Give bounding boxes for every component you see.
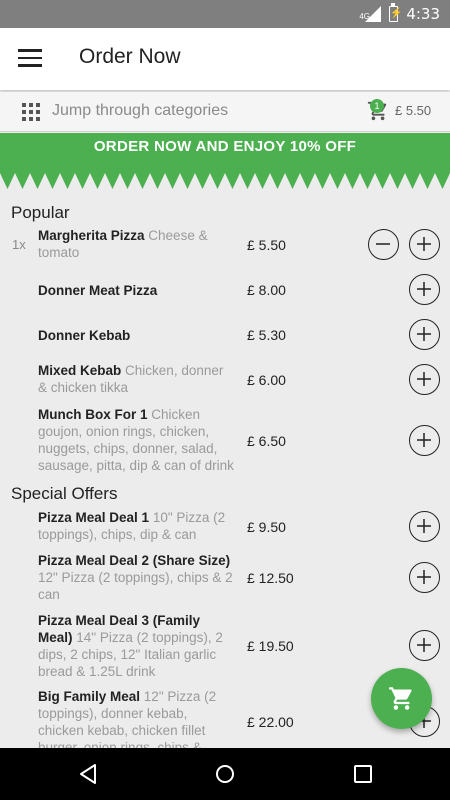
add-button[interactable] [409, 274, 440, 305]
add-button[interactable] [409, 511, 440, 542]
cart-badge: 1 [370, 99, 384, 113]
item-name: Pizza Meal Deal 1 [38, 510, 150, 525]
add-button[interactable] [409, 319, 440, 350]
add-button[interactable] [409, 364, 440, 395]
item-name: Munch Box For 1 [38, 407, 148, 422]
item-price: £ 6.50 [247, 433, 286, 449]
page-title: Order Now [79, 45, 181, 68]
section-title-special-offers: Special Offers [11, 484, 118, 503]
item-name: Mixed Kebab [38, 363, 122, 378]
add-button[interactable] [409, 630, 440, 661]
cart-fab[interactable] [371, 668, 432, 729]
remove-button[interactable] [368, 229, 399, 260]
plus-icon [417, 282, 431, 296]
battery-icon: ⚡ [389, 3, 403, 22]
plus-icon [417, 519, 431, 533]
plus-icon [417, 372, 431, 386]
cart-total: £ 5.50 [395, 103, 432, 118]
add-button[interactable] [409, 229, 440, 260]
category-bar[interactable]: Jump through categories £ 5.50 [0, 92, 450, 132]
plus-icon [417, 237, 431, 251]
item-name: Donner Kebab [38, 328, 131, 343]
add-button[interactable] [409, 562, 440, 593]
minus-icon [376, 243, 390, 245]
back-icon[interactable] [76, 761, 102, 787]
item-name: Donner Meat Pizza [38, 283, 158, 298]
jump-categories-label[interactable]: Jump through categories [52, 102, 228, 120]
promo-text: ORDER NOW AND ENJOY 10% OFF [93, 138, 357, 155]
home-icon[interactable] [212, 761, 238, 787]
item-price: £ 12.50 [247, 570, 294, 586]
item-name: Pizza Meal Deal 2 (Share Size) [38, 553, 231, 568]
shopping-cart-icon [389, 687, 412, 710]
grid-icon [22, 103, 40, 121]
plus-icon [417, 570, 431, 584]
item-description: 12" Pizza (2 toppings), chips & 2 can [38, 570, 233, 602]
section-title-popular: Popular [11, 203, 70, 222]
item-price: £ 22.00 [247, 714, 294, 730]
recents-icon[interactable] [350, 761, 376, 787]
add-button[interactable] [409, 425, 440, 456]
status-bar: 4G ⚡ 4:33 [0, 0, 450, 28]
item-price: £ 5.50 [247, 237, 286, 253]
item-price: £ 5.30 [247, 327, 286, 343]
navigation-bar [0, 748, 450, 800]
plus-icon [417, 327, 431, 341]
item-price: £ 8.00 [247, 282, 286, 298]
plus-icon [417, 433, 431, 447]
item-name: Big Family Meal [38, 689, 141, 704]
item-price: £ 9.50 [247, 519, 286, 535]
signal-icon: 4G [359, 6, 382, 22]
promo-banner: ORDER NOW AND ENJOY 10% OFF [0, 133, 450, 195]
item-quantity: 1x [12, 237, 26, 252]
item-price: £ 6.00 [247, 372, 286, 388]
app-bar: Order Now [0, 28, 450, 90]
hamburger-icon[interactable] [18, 49, 42, 69]
item-price: £ 19.50 [247, 638, 294, 654]
charging-glyph: ⚡ [390, 8, 403, 19]
network-type: 4G [359, 12, 370, 21]
item-name: Margherita Pizza [38, 228, 145, 243]
clock: 4:33 [406, 5, 440, 23]
plus-icon [417, 638, 431, 652]
